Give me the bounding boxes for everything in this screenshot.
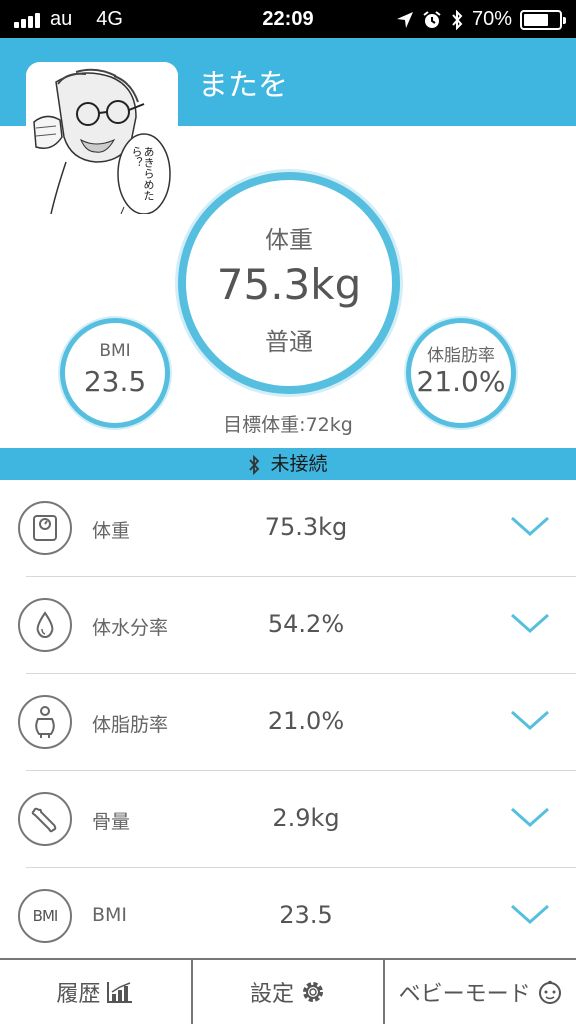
metric-row-weight[interactable]: 体重 75.3kg	[0, 480, 576, 577]
metric-value: 54.2%	[267, 610, 345, 638]
metric-label: 体重	[92, 520, 131, 542]
chevron-down-icon[interactable]	[508, 706, 552, 734]
chevron-down-icon[interactable]	[508, 609, 552, 637]
status-bar: au 4G 22:09 70%	[0, 0, 576, 38]
chevron-down-icon[interactable]	[508, 803, 552, 831]
chevron-down-icon[interactable]	[508, 900, 552, 928]
metric-label: 骨量	[92, 811, 131, 833]
tab-bar: 履歴 設定 ベビーモード	[0, 958, 576, 1024]
bmi-value: 23.5	[83, 365, 147, 398]
tab-label: ベビーモード	[398, 982, 531, 1007]
weight-value: 75.3kg	[216, 260, 362, 309]
scale-icon	[18, 501, 72, 555]
metric-label: BMI	[92, 904, 128, 926]
metric-row-bone[interactable]: 骨量 2.9kg	[0, 771, 576, 868]
location-icon	[396, 11, 413, 28]
weight-circle[interactable]: 体重 75.3kg 普通	[178, 172, 400, 394]
username: またを	[198, 68, 288, 103]
bluetooth-icon	[249, 454, 260, 475]
target-weight: 目標体重:72kg	[223, 414, 353, 436]
metric-list: 体重 75.3kg 体水分率 54.2% 体脂肪率 21.0% 骨量 2.9kg…	[0, 480, 576, 956]
bluetooth-icon	[452, 9, 463, 30]
bmi-label: BMI	[99, 341, 131, 361]
metric-label: 体水分率	[92, 617, 169, 639]
connection-status: 未接続	[270, 453, 328, 475]
alarm-icon	[423, 10, 441, 28]
avatar[interactable]: あきらめたら？	[26, 62, 178, 214]
metric-value: 23.5	[279, 901, 333, 929]
chart-icon	[107, 982, 133, 1003]
metric-row-bmi[interactable]: BMI BMI 23.5	[0, 868, 576, 956]
battery-percent: 70%	[471, 8, 512, 30]
tab-baby-mode[interactable]: ベビーモード	[385, 960, 576, 1024]
tab-settings[interactable]: 設定	[193, 960, 386, 1024]
chevron-down-icon[interactable]	[508, 512, 552, 540]
metric-value: 2.9kg	[272, 804, 340, 832]
metric-row-water[interactable]: 体水分率 54.2%	[0, 577, 576, 674]
body-fat-label: 体脂肪率	[427, 346, 495, 366]
connection-status-bar[interactable]: 未接続	[0, 448, 576, 480]
gear-icon	[303, 982, 324, 1002]
metric-row-body-fat[interactable]: 体脂肪率 21.0%	[0, 674, 576, 771]
water-drop-icon	[18, 598, 72, 652]
baby-icon	[538, 980, 561, 1004]
avatar-illustration	[26, 62, 178, 214]
speech-text: あきらめたら？	[130, 146, 155, 201]
metric-value: 21.0%	[267, 707, 345, 735]
bmi-icon: BMI	[18, 889, 72, 943]
bone-icon	[18, 792, 72, 846]
tab-history[interactable]: 履歴	[0, 960, 193, 1024]
metric-label: 体脂肪率	[92, 714, 169, 736]
tab-label: 設定	[250, 982, 295, 1007]
metric-value: 75.3kg	[264, 513, 348, 541]
battery-icon	[520, 9, 566, 30]
body-fat-icon	[18, 695, 72, 749]
tab-label: 履歴	[56, 982, 101, 1007]
bmi-icon-text: BMI	[32, 907, 59, 925]
body-fat-value: 21.0%	[416, 365, 506, 398]
weight-label: 体重	[265, 226, 313, 254]
weight-status: 普通	[265, 328, 313, 356]
